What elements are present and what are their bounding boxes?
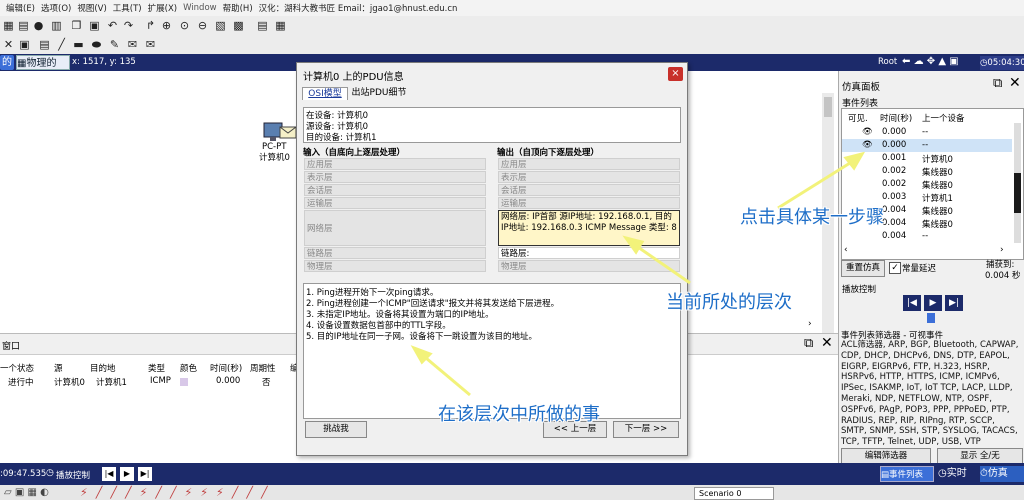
arrow-head-event xyxy=(843,151,866,171)
annotation-action: 在该层次中所做的事 xyxy=(438,404,600,425)
annotation-step: 点击具体某一步骤 xyxy=(740,207,884,228)
arrow-to-layer xyxy=(631,241,691,285)
annotation-layer: 当前所处的层次 xyxy=(666,292,792,313)
arrow-to-steps xyxy=(419,351,471,397)
arrow-to-event xyxy=(777,156,859,210)
